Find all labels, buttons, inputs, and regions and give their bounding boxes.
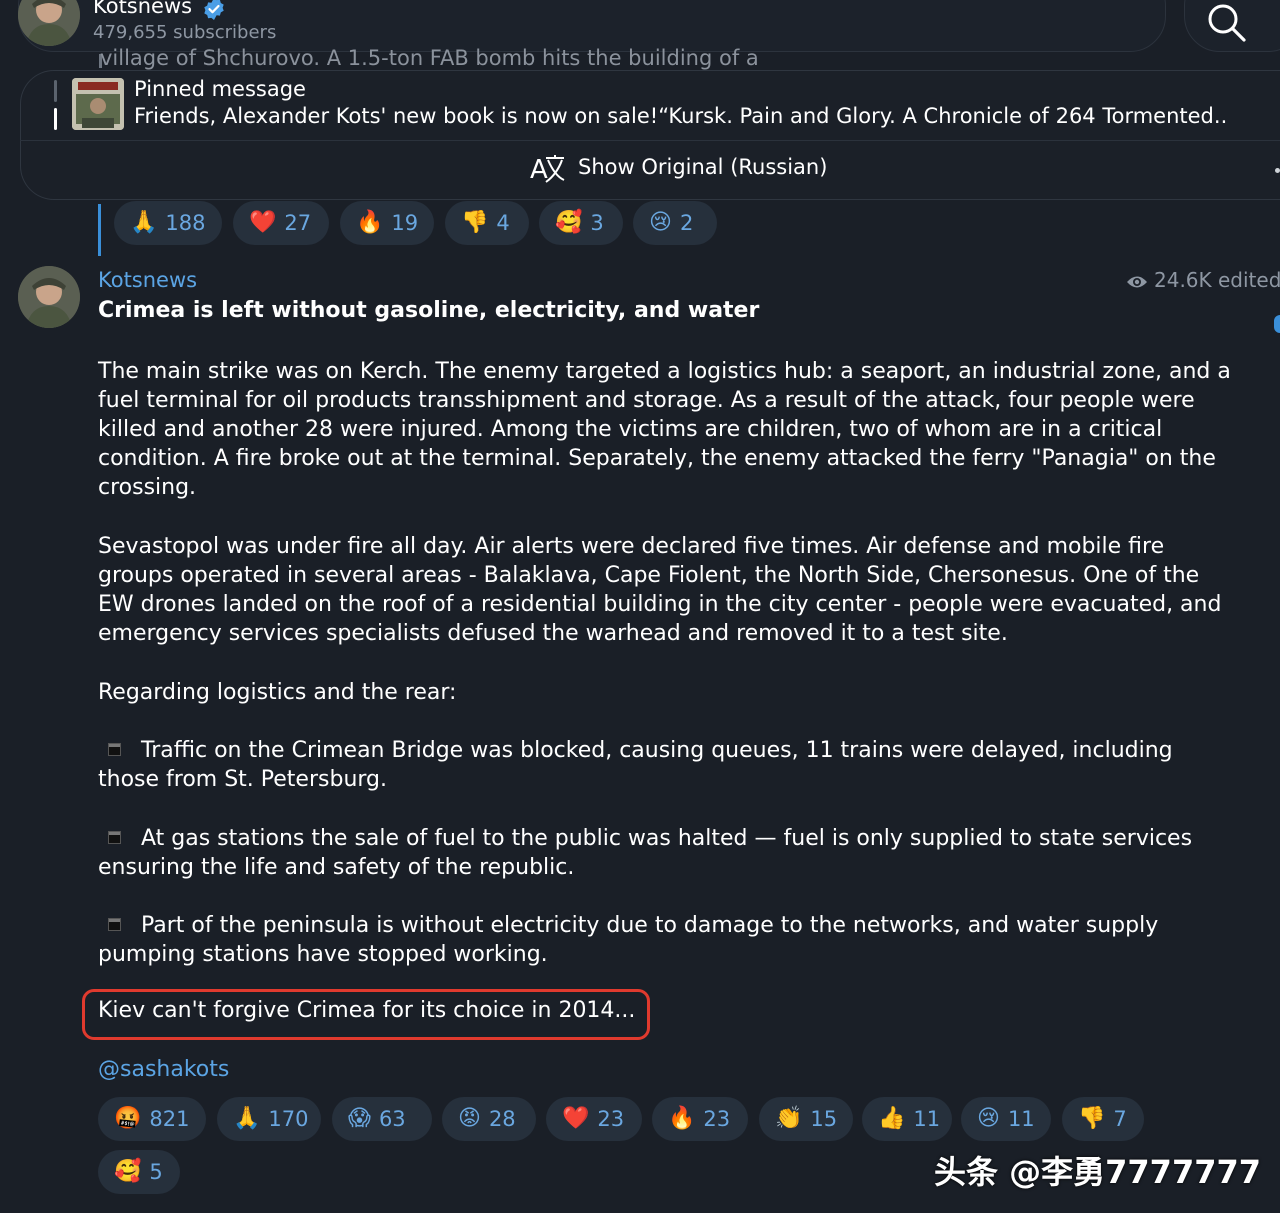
reaction-chip[interactable]: 👎 7 [1062,1097,1144,1141]
reaction-chip[interactable]: 😱 63 [332,1097,432,1141]
reaction-chip[interactable]: 👏 15 [759,1097,853,1141]
message-title: Crimea is left without gasoline, electri… [98,298,760,323]
author-avatar[interactable] [18,266,80,328]
bullet-item: At gas stations the sale of fuel to the … [98,824,1238,882]
reaction-count: 7 [1113,1107,1127,1131]
reaction-emoji-icon: 😢 [977,1106,1000,1131]
bullet-item: Part of the peninsula is without electri… [98,911,1238,969]
pinned-text: Friends, Alexander Kots' new book is now… [134,104,1229,128]
reaction-count: 188 [165,211,206,235]
reaction-count: 63 [378,1107,406,1131]
translate-icon: A [530,155,565,185]
divider [20,140,1280,141]
show-original-label: Show Original (Russian) [578,155,828,179]
highlighted-sentence: Kiev can't forgive Crimea for its choice… [98,998,636,1023]
reaction-emoji-icon: 🔥 [668,1106,696,1131]
reaction-emoji-icon: 😢 [649,210,672,235]
watermark: 头条 @李勇7777777 [934,1153,1262,1191]
reaction-count: 23 [597,1107,625,1131]
pinned-thumbnail [72,78,124,130]
reaction-chip[interactable]: 🤬 821 [98,1097,206,1141]
reaction-emoji-icon: ❤️ [562,1106,590,1131]
reaction-count: 2 [679,211,694,235]
svg-text:A: A [530,155,548,185]
channel-name: Kotsnews [93,0,193,18]
bullet-text: Part of the peninsula is without electri… [98,913,1159,967]
reaction-emoji-icon: 🤬 [114,1106,142,1131]
reaction-emoji-icon: 😡 [458,1106,481,1131]
eye-icon [1127,276,1147,288]
reaction-chip[interactable]: 🔥 19 [340,201,434,245]
reaction-count: 11 [1007,1107,1035,1131]
reaction-chip[interactable]: 🥰 3 [539,201,623,245]
bullet-text: At gas stations the sale of fuel to the … [98,826,1193,880]
reaction-emoji-icon: 🙏 [233,1106,261,1131]
reaction-count: 15 [810,1107,838,1131]
views-label: 24.6K edited [1154,268,1280,292]
search-button[interactable] [1184,0,1280,52]
search-icon [1208,4,1246,42]
reaction-emoji-icon: 🥰 [114,1159,142,1184]
reaction-count: 821 [149,1107,190,1131]
bullet-icon [108,743,121,756]
reaction-count: 4 [496,211,510,235]
pinned-indicator [54,80,57,102]
reaction-count: 28 [488,1107,516,1131]
pinned-title: Pinned message [134,77,306,101]
previous-message-text: village of Shchurovo. A 1.5-ton FAB bomb… [100,46,759,70]
reaction-emoji-icon: 🔥 [356,210,384,235]
reaction-count: 27 [284,211,312,235]
reaction-emoji-icon: 👍 [878,1106,906,1131]
reaction-count: 11 [913,1107,941,1131]
reaction-chip[interactable]: 👍 11 [862,1097,952,1141]
reaction-chip[interactable]: 👎 4 [445,201,529,245]
reaction-emoji-icon: 😱 [348,1106,371,1131]
reaction-count: 3 [590,211,604,235]
reaction-count: 5 [149,1160,163,1184]
reaction-chip[interactable]: 😢 11 [961,1097,1051,1141]
pinned-indicator-active [54,108,57,130]
reaction-chip[interactable]: ❤️ 27 [233,201,329,245]
message-paragraph: Sevastopol was under fire all day. Air a… [98,534,1222,646]
reaction-chip[interactable]: 😢 2 [633,201,717,245]
bullet-item: Traffic on the Crimean Bridge was blocke… [98,736,1238,794]
reaction-emoji-icon: 👏 [775,1106,803,1131]
reaction-chip[interactable]: 🔥 23 [652,1097,748,1141]
message-paragraph: Regarding logistics and the rear: [98,680,457,705]
reaction-chip[interactable]: 🥰 5 [98,1150,180,1194]
reaction-emoji-icon: 👎 [1078,1106,1106,1131]
reaction-emoji-icon: 🥰 [555,210,583,235]
bullet-icon [108,918,121,931]
quote-bar [98,204,101,256]
bullet-icon [108,831,121,844]
reaction-chip[interactable]: 😡 28 [442,1097,536,1141]
reaction-count: 19 [391,211,419,235]
message-author[interactable]: Kotsnews [98,268,197,292]
view-count: 24.6K edited [1126,268,1280,292]
subscriber-count: 479,655 subscribers [93,22,277,43]
verified-badge-icon [204,0,224,20]
reaction-count: 23 [703,1107,731,1131]
reaction-chip[interactable]: 🙏 170 [217,1097,321,1141]
reaction-chip[interactable]: 🙏 188 [114,201,222,245]
scroll-marker [1274,315,1280,333]
reaction-emoji-icon: 👎 [461,210,489,235]
message-paragraph: The main strike was on Kerch. The enemy … [98,359,1231,500]
reaction-count: 170 [268,1107,309,1131]
bullet-text: Traffic on the Crimean Bridge was blocke… [98,738,1173,792]
reaction-emoji-icon: ❤️ [249,210,277,235]
reaction-chip[interactable]: ❤️ 23 [546,1097,642,1141]
menu-dot [1275,168,1280,173]
reaction-emoji-icon: 🙏 [130,210,158,235]
author-mention-link[interactable]: @sashakots [98,1057,229,1082]
